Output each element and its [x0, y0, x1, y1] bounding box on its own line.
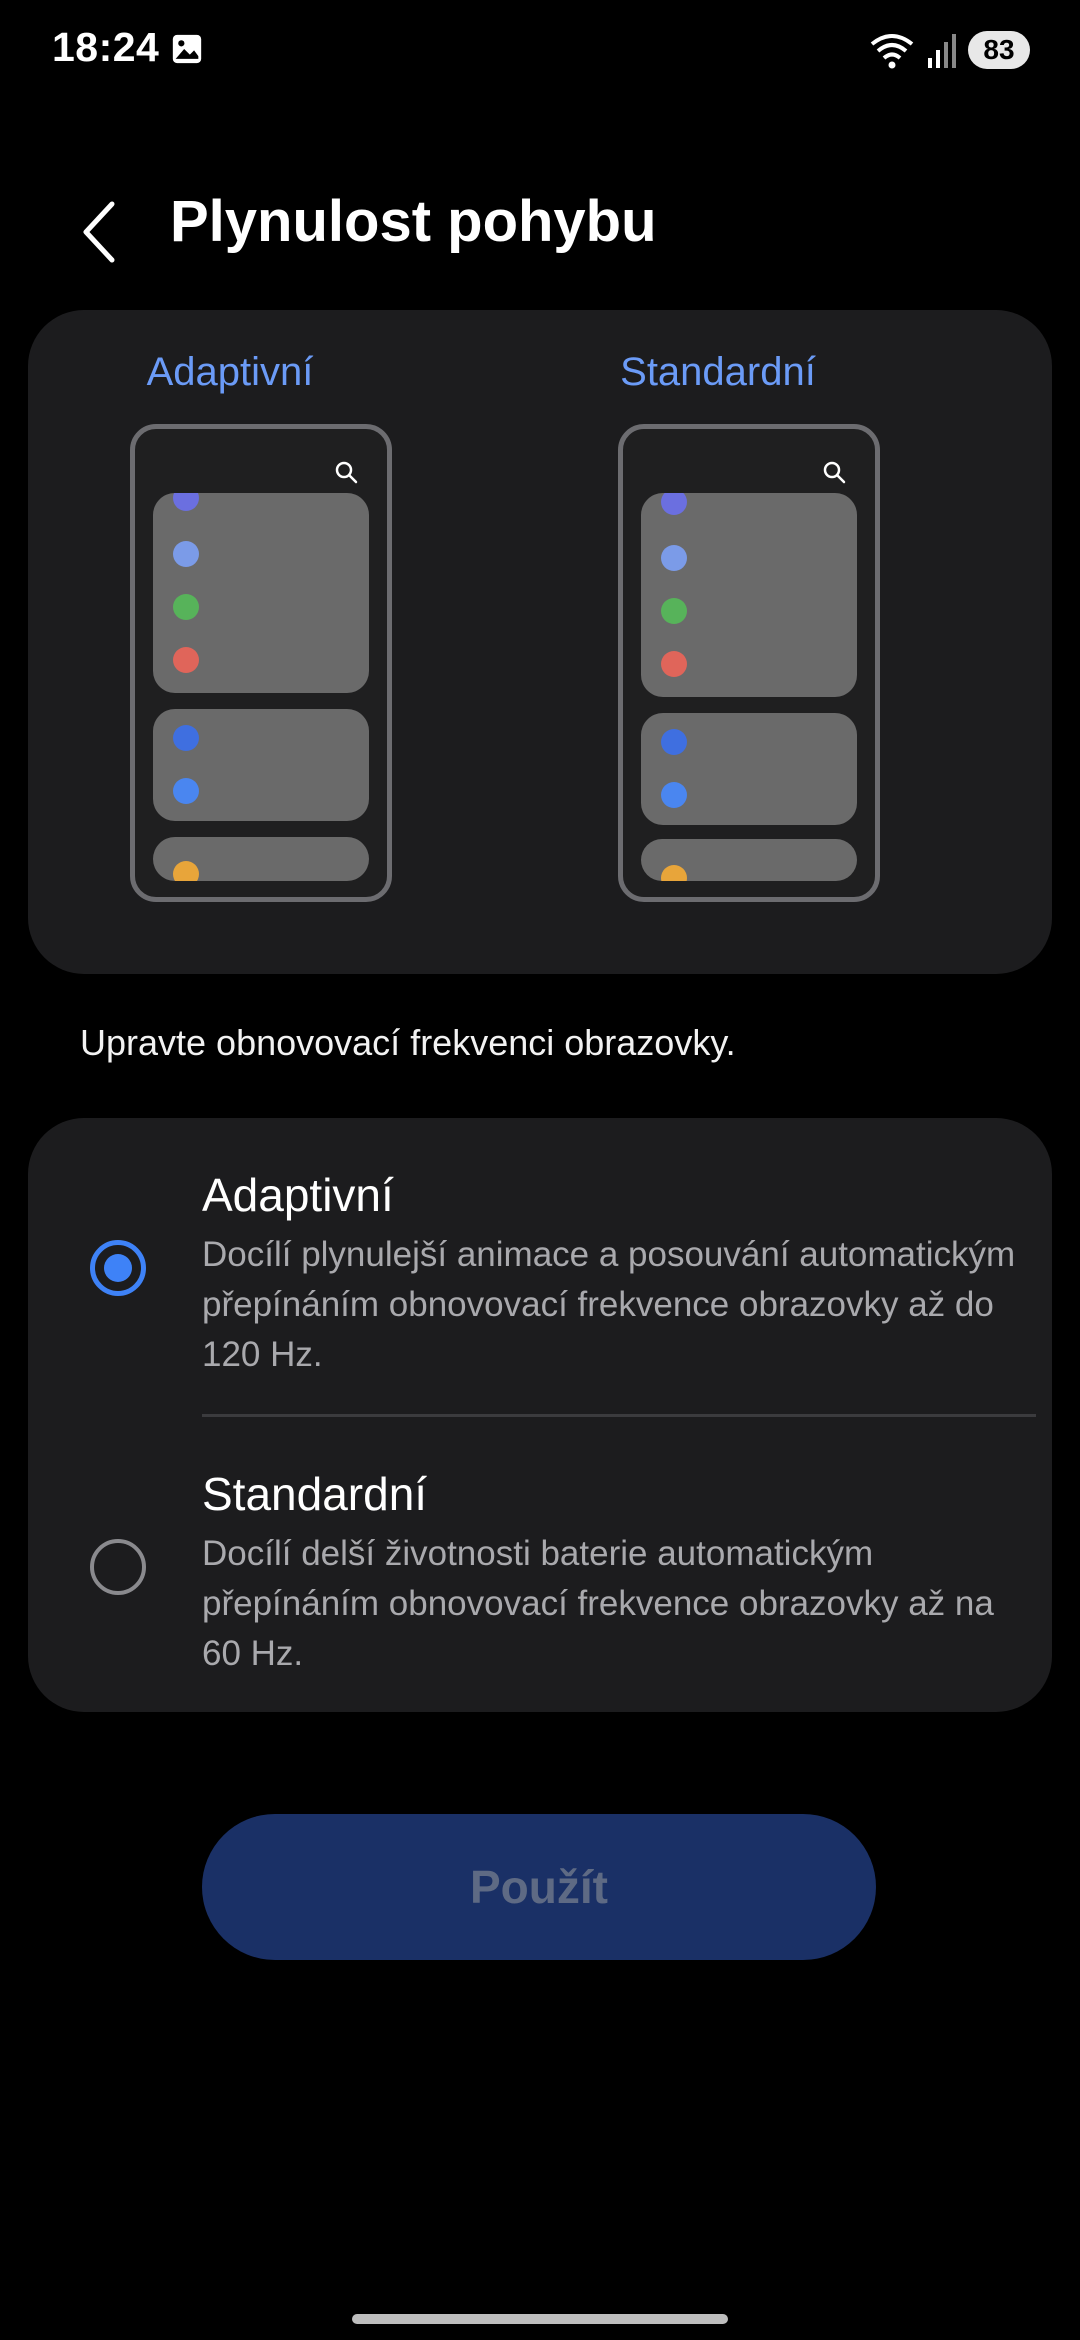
apply-button[interactable]: Použít — [202, 1814, 876, 1960]
gallery-icon — [172, 34, 202, 64]
home-indicator[interactable] — [352, 2314, 728, 2324]
preview-list-block — [641, 839, 857, 881]
preview-list-block — [153, 493, 369, 693]
status-right: 83 — [868, 28, 1030, 72]
option-standard[interactable]: Standardní Docílí delší životnosti bater… — [28, 1417, 1052, 1712]
radio-standard[interactable] — [90, 1539, 146, 1595]
option-adaptive[interactable]: Adaptivní Docílí plynulejší animace a po… — [28, 1118, 1052, 1414]
phone-preview-standard — [618, 424, 880, 902]
option-description: Docílí delší životnosti baterie automati… — [202, 1534, 994, 1673]
chevron-left-icon[interactable] — [68, 190, 132, 274]
preview-label-standard: Standardní — [620, 350, 816, 394]
preview-list-block — [641, 713, 857, 825]
status-time: 18:24 — [52, 24, 160, 70]
battery-indicator: 83 — [968, 31, 1030, 69]
option-description: Docílí plynulejší animace a posouvání au… — [202, 1235, 1016, 1374]
preview-card: Adaptivní Standardní — [28, 310, 1052, 974]
radio-adaptive[interactable] — [90, 1240, 146, 1296]
search-icon — [823, 461, 846, 484]
option-title: Adaptivní — [202, 1169, 394, 1221]
preview-list-block — [153, 837, 369, 881]
preview-standard: Standardní — [548, 350, 888, 910]
preview-list-block — [153, 709, 369, 821]
phone-preview-adaptive — [130, 424, 392, 902]
search-icon — [335, 461, 358, 484]
options-card: Adaptivní Docílí plynulejší animace a po… — [28, 1118, 1052, 1712]
description-text: Upravte obnovovací frekvenci obrazovky. — [80, 1022, 736, 1063]
wifi-icon — [870, 34, 914, 69]
preview-list-block — [641, 493, 857, 697]
page-title: Plynulost pohybu — [170, 189, 657, 254]
option-title: Standardní — [202, 1468, 428, 1520]
preview-label-adaptive: Adaptivní — [146, 350, 314, 394]
signal-icon — [928, 34, 956, 68]
status-bar: 18:24 83 — [0, 0, 1080, 100]
preview-adaptive: Adaptivní — [60, 350, 400, 910]
header: Plynulost pohybu — [0, 170, 1080, 290]
